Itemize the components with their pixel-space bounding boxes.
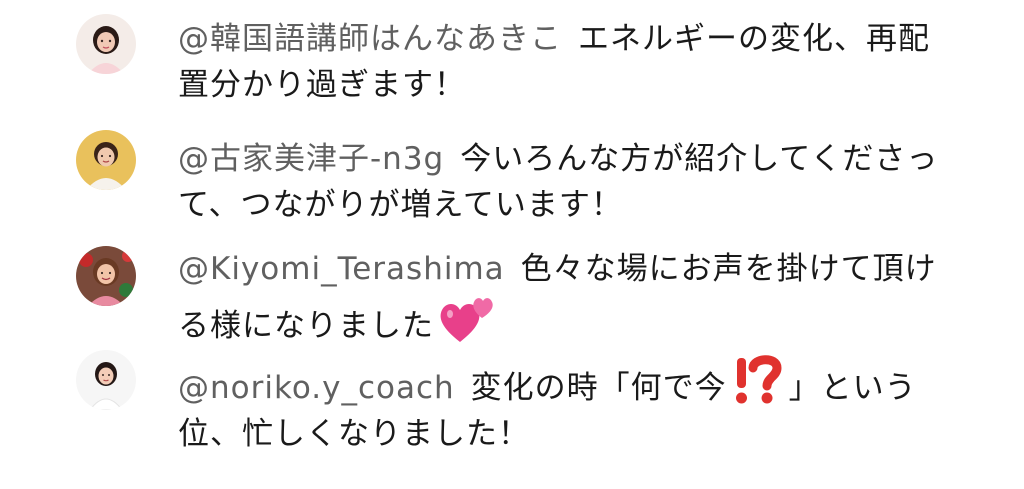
comment-text: @noriko.y_coach 変化の時「何で今 」という位、忙しくなりました！ — [178, 354, 958, 457]
comment-text: @韓国語講師はんなあきこ エネルギーの変化、再配置分かり過ぎます！ — [178, 16, 958, 108]
comment-body-part: 変化の時「何で今 — [470, 370, 727, 406]
comment-list: @韓国語講師はんなあきこ エネルギーの変化、再配置分かり過ぎます！ @古家美津子-… — [0, 0, 1024, 489]
comment-text: @古家美津子-n3g 今いろんな方が紹介してくださって、つながりが増えています！ — [178, 136, 958, 228]
comment-author-handle[interactable]: @noriko.y_coach — [178, 370, 455, 406]
avatar[interactable] — [76, 130, 136, 190]
comment-author-handle[interactable]: @古家美津子-n3g — [178, 141, 444, 177]
avatar[interactable] — [76, 350, 136, 410]
avatar[interactable] — [76, 246, 136, 306]
two-hearts-icon — [438, 292, 496, 344]
avatar[interactable] — [76, 14, 136, 74]
comment-author-handle[interactable]: @韓国語講師はんなあきこ — [178, 21, 562, 57]
comment-text: @Kiyomi_Terashima 色々な場にお声を掛けて頂ける様になりました — [178, 246, 958, 349]
exclamation-question-mark-icon — [731, 354, 785, 406]
comment-author-handle[interactable]: @Kiyomi_Terashima — [178, 251, 505, 287]
